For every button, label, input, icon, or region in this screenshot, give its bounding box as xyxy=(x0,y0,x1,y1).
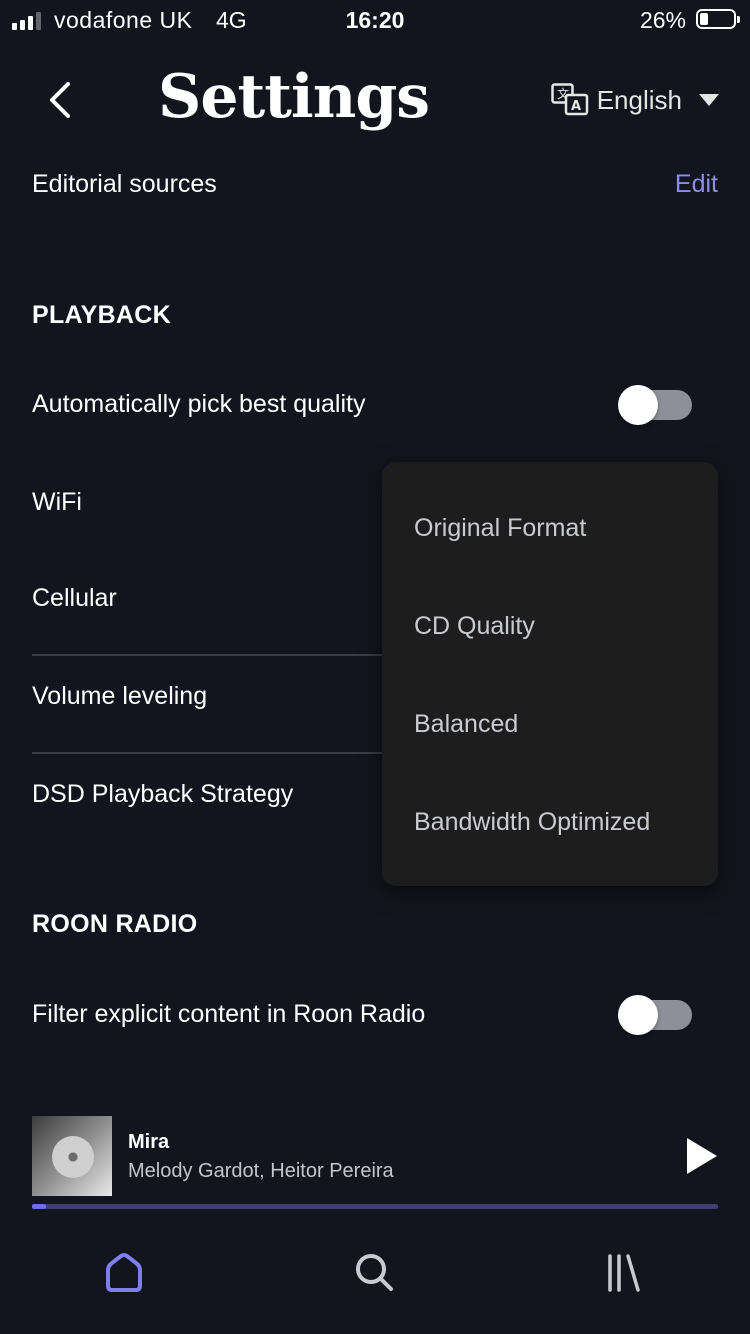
cellular-quality-row[interactable]: Cellular xyxy=(32,584,117,613)
album-art xyxy=(32,1116,112,1196)
quality-dropdown-menu: Original Format CD Quality Balanced Band… xyxy=(382,462,718,886)
battery-icon xyxy=(696,9,740,29)
translate-icon: 文 A xyxy=(550,83,588,116)
filter-explicit-label: Filter explicit content in Roon Radio xyxy=(32,1000,426,1028)
language-selector[interactable]: 文 A English xyxy=(550,80,720,120)
filter-explicit-toggle[interactable] xyxy=(618,995,692,1035)
menu-item-bandwidth-optimized[interactable]: Bandwidth Optimized xyxy=(414,808,650,837)
play-icon xyxy=(687,1138,717,1174)
mini-player[interactable]: Mira Melody Gardot, Heitor Pereira xyxy=(0,1100,750,1220)
chevron-left-icon xyxy=(50,82,70,118)
edit-editorial-sources-button[interactable]: Edit xyxy=(675,170,718,199)
nav-search-button[interactable] xyxy=(350,1248,398,1296)
disc-icon xyxy=(52,1136,94,1178)
battery-percent: 26% xyxy=(639,7,686,33)
menu-item-cd-quality[interactable]: CD Quality xyxy=(414,612,535,641)
menu-item-original-format[interactable]: Original Format xyxy=(414,514,586,543)
editorial-sources-label: Editorial sources xyxy=(32,170,217,198)
library-icon xyxy=(608,1254,640,1292)
svg-text:A: A xyxy=(571,99,581,114)
status-bar: vodafone UK 4G 16:20 26% xyxy=(0,0,750,42)
page-title: Settings xyxy=(158,62,430,132)
auto-quality-toggle[interactable] xyxy=(618,385,692,425)
volume-leveling-row[interactable]: Volume leveling xyxy=(32,682,207,711)
wifi-quality-row[interactable]: WiFi xyxy=(32,488,82,517)
dsd-playback-strategy-row[interactable]: DSD Playback Strategy xyxy=(32,780,293,809)
divider xyxy=(32,654,382,656)
nav-home-button[interactable] xyxy=(100,1248,148,1296)
caret-down-icon xyxy=(699,94,719,106)
home-icon xyxy=(106,1253,142,1292)
track-artist: Melody Gardot, Heitor Pereira xyxy=(128,1160,394,1182)
progress-fill xyxy=(32,1204,46,1209)
status-time: 16:20 xyxy=(345,7,405,33)
nav-library-button[interactable] xyxy=(600,1248,648,1296)
playback-progress-bar[interactable] xyxy=(32,1204,718,1209)
bottom-navigation xyxy=(0,1224,750,1334)
play-button[interactable] xyxy=(684,1136,720,1176)
divider xyxy=(32,752,382,754)
settings-screen: vodafone UK 4G 16:20 26% Settings 文 A En… xyxy=(0,0,750,1334)
search-icon xyxy=(356,1254,393,1291)
toggle-knob xyxy=(618,385,658,425)
menu-item-balanced[interactable]: Balanced xyxy=(414,710,518,739)
roon-radio-section-header: ROON RADIO xyxy=(32,910,198,938)
back-button[interactable] xyxy=(40,76,84,124)
language-label: English xyxy=(596,84,682,115)
toggle-knob xyxy=(618,995,658,1035)
track-title: Mira xyxy=(128,1131,170,1153)
playback-section-header: PLAYBACK xyxy=(32,301,171,329)
auto-quality-label: Automatically pick best quality xyxy=(32,390,366,418)
